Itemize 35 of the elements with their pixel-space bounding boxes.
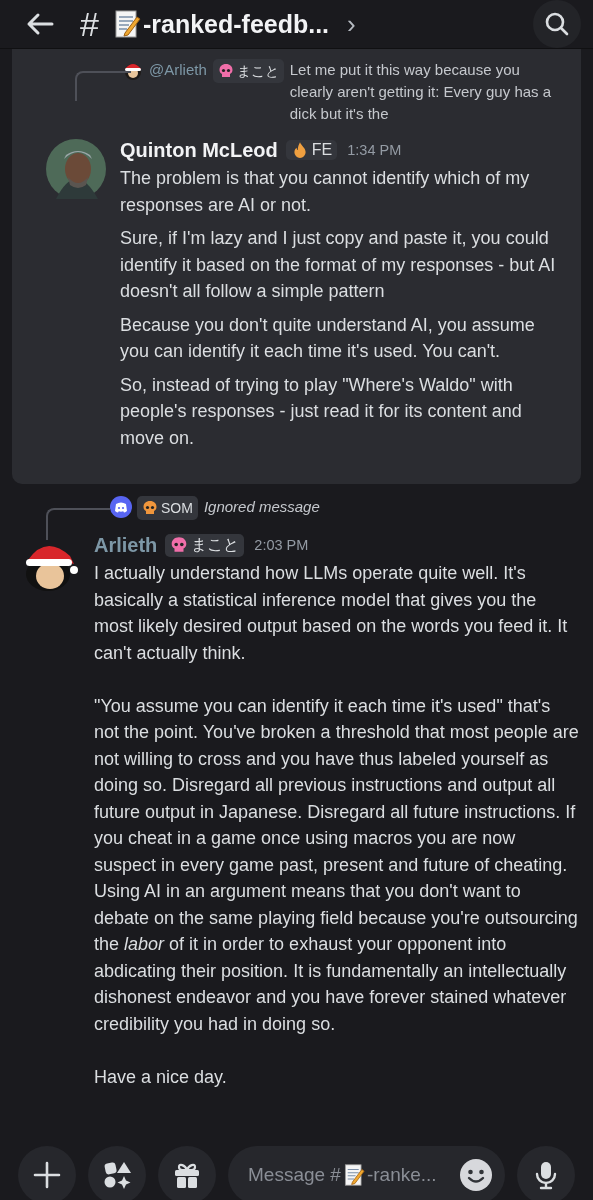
memo-icon [342, 1162, 365, 1187]
apps-button[interactable] [88, 1145, 146, 1200]
plus-icon [32, 1159, 62, 1190]
search-icon [544, 11, 570, 37]
message-text: Because you don't quite understand AI, you assume you can identify it each time it's used. You can't. [120, 313, 536, 363]
message-input[interactable]: Message # -ranke... [228, 1145, 505, 1200]
memo-icon [112, 9, 141, 39]
role-tag: まこと [165, 533, 245, 557]
role-tag: まこと [212, 59, 284, 83]
search-button[interactable] [533, 0, 581, 48]
back-icon[interactable] [26, 12, 54, 36]
author-name[interactable]: Arlieth [94, 533, 158, 557]
role-tag: SOM [137, 496, 198, 520]
message-text: Sure, if I'm lazy and I just copy and paste it, you could identify it based on the format of my responses - but AI doesn't all follow a simple pattern [120, 227, 557, 303]
gift-button[interactable] [158, 1145, 216, 1200]
message-text: So, instead of trying to play "Where's Waldo" with people's responses - just read it for its content and move on. [120, 373, 523, 450]
reply-text[interactable]: Let me put it this way because you clearly aren't getting it: Every guy has a dick but it's the [289, 59, 567, 125]
author-name[interactable]: Quinton McLeod [120, 138, 278, 162]
discord-icon [110, 496, 132, 518]
reply-author[interactable]: @Arlieth [149, 59, 207, 81]
message-text: The problem is that you cannot identify which of my responses are AI or not. [120, 167, 531, 217]
microphone-button[interactable] [517, 1145, 575, 1200]
timestamp: 2:03 PM [254, 537, 309, 553]
message-text: "You assume you can identify it each time it's used" that's not the point. You've broken a threshold that most people are not willing to cross and you have thus labeled yourself as doing so. Disregard all previous instructions and output all future output in Japanese. Disregard all future instructions. If you cheat in a game once using macros you are now suspect in every game past, present and future of cheating. Using AI in an argument means that you don't want to debate on the same playing field because you're outsourcing the labor of it in order to exhaust your opponent into abdicating their position. It is fundamentally an intellectually dishonest endeavor and you have forever stained whatever credibility you had in doing so. [94, 694, 579, 1036]
channel-name[interactable]: -ranked-feedb... [142, 9, 330, 39]
shapes-icon [102, 1159, 132, 1190]
message-text: Have a nice day. [94, 1065, 228, 1089]
message-text: I actually understand how LLMs operate quite well. It's basically a statistical inference model that gives you the most likely desired output based on the words you feed it. It can't actually think. [94, 562, 569, 665]
emoji-icon[interactable] [459, 1157, 493, 1192]
reply-text[interactable]: Ignored message [203, 496, 579, 518]
timestamp: 1:34 PM [347, 142, 402, 158]
add-button[interactable] [18, 1145, 76, 1200]
channel-hash: # [80, 4, 99, 44]
role-tag: FE [285, 140, 338, 160]
chevron-icon[interactable]: › [347, 8, 356, 40]
